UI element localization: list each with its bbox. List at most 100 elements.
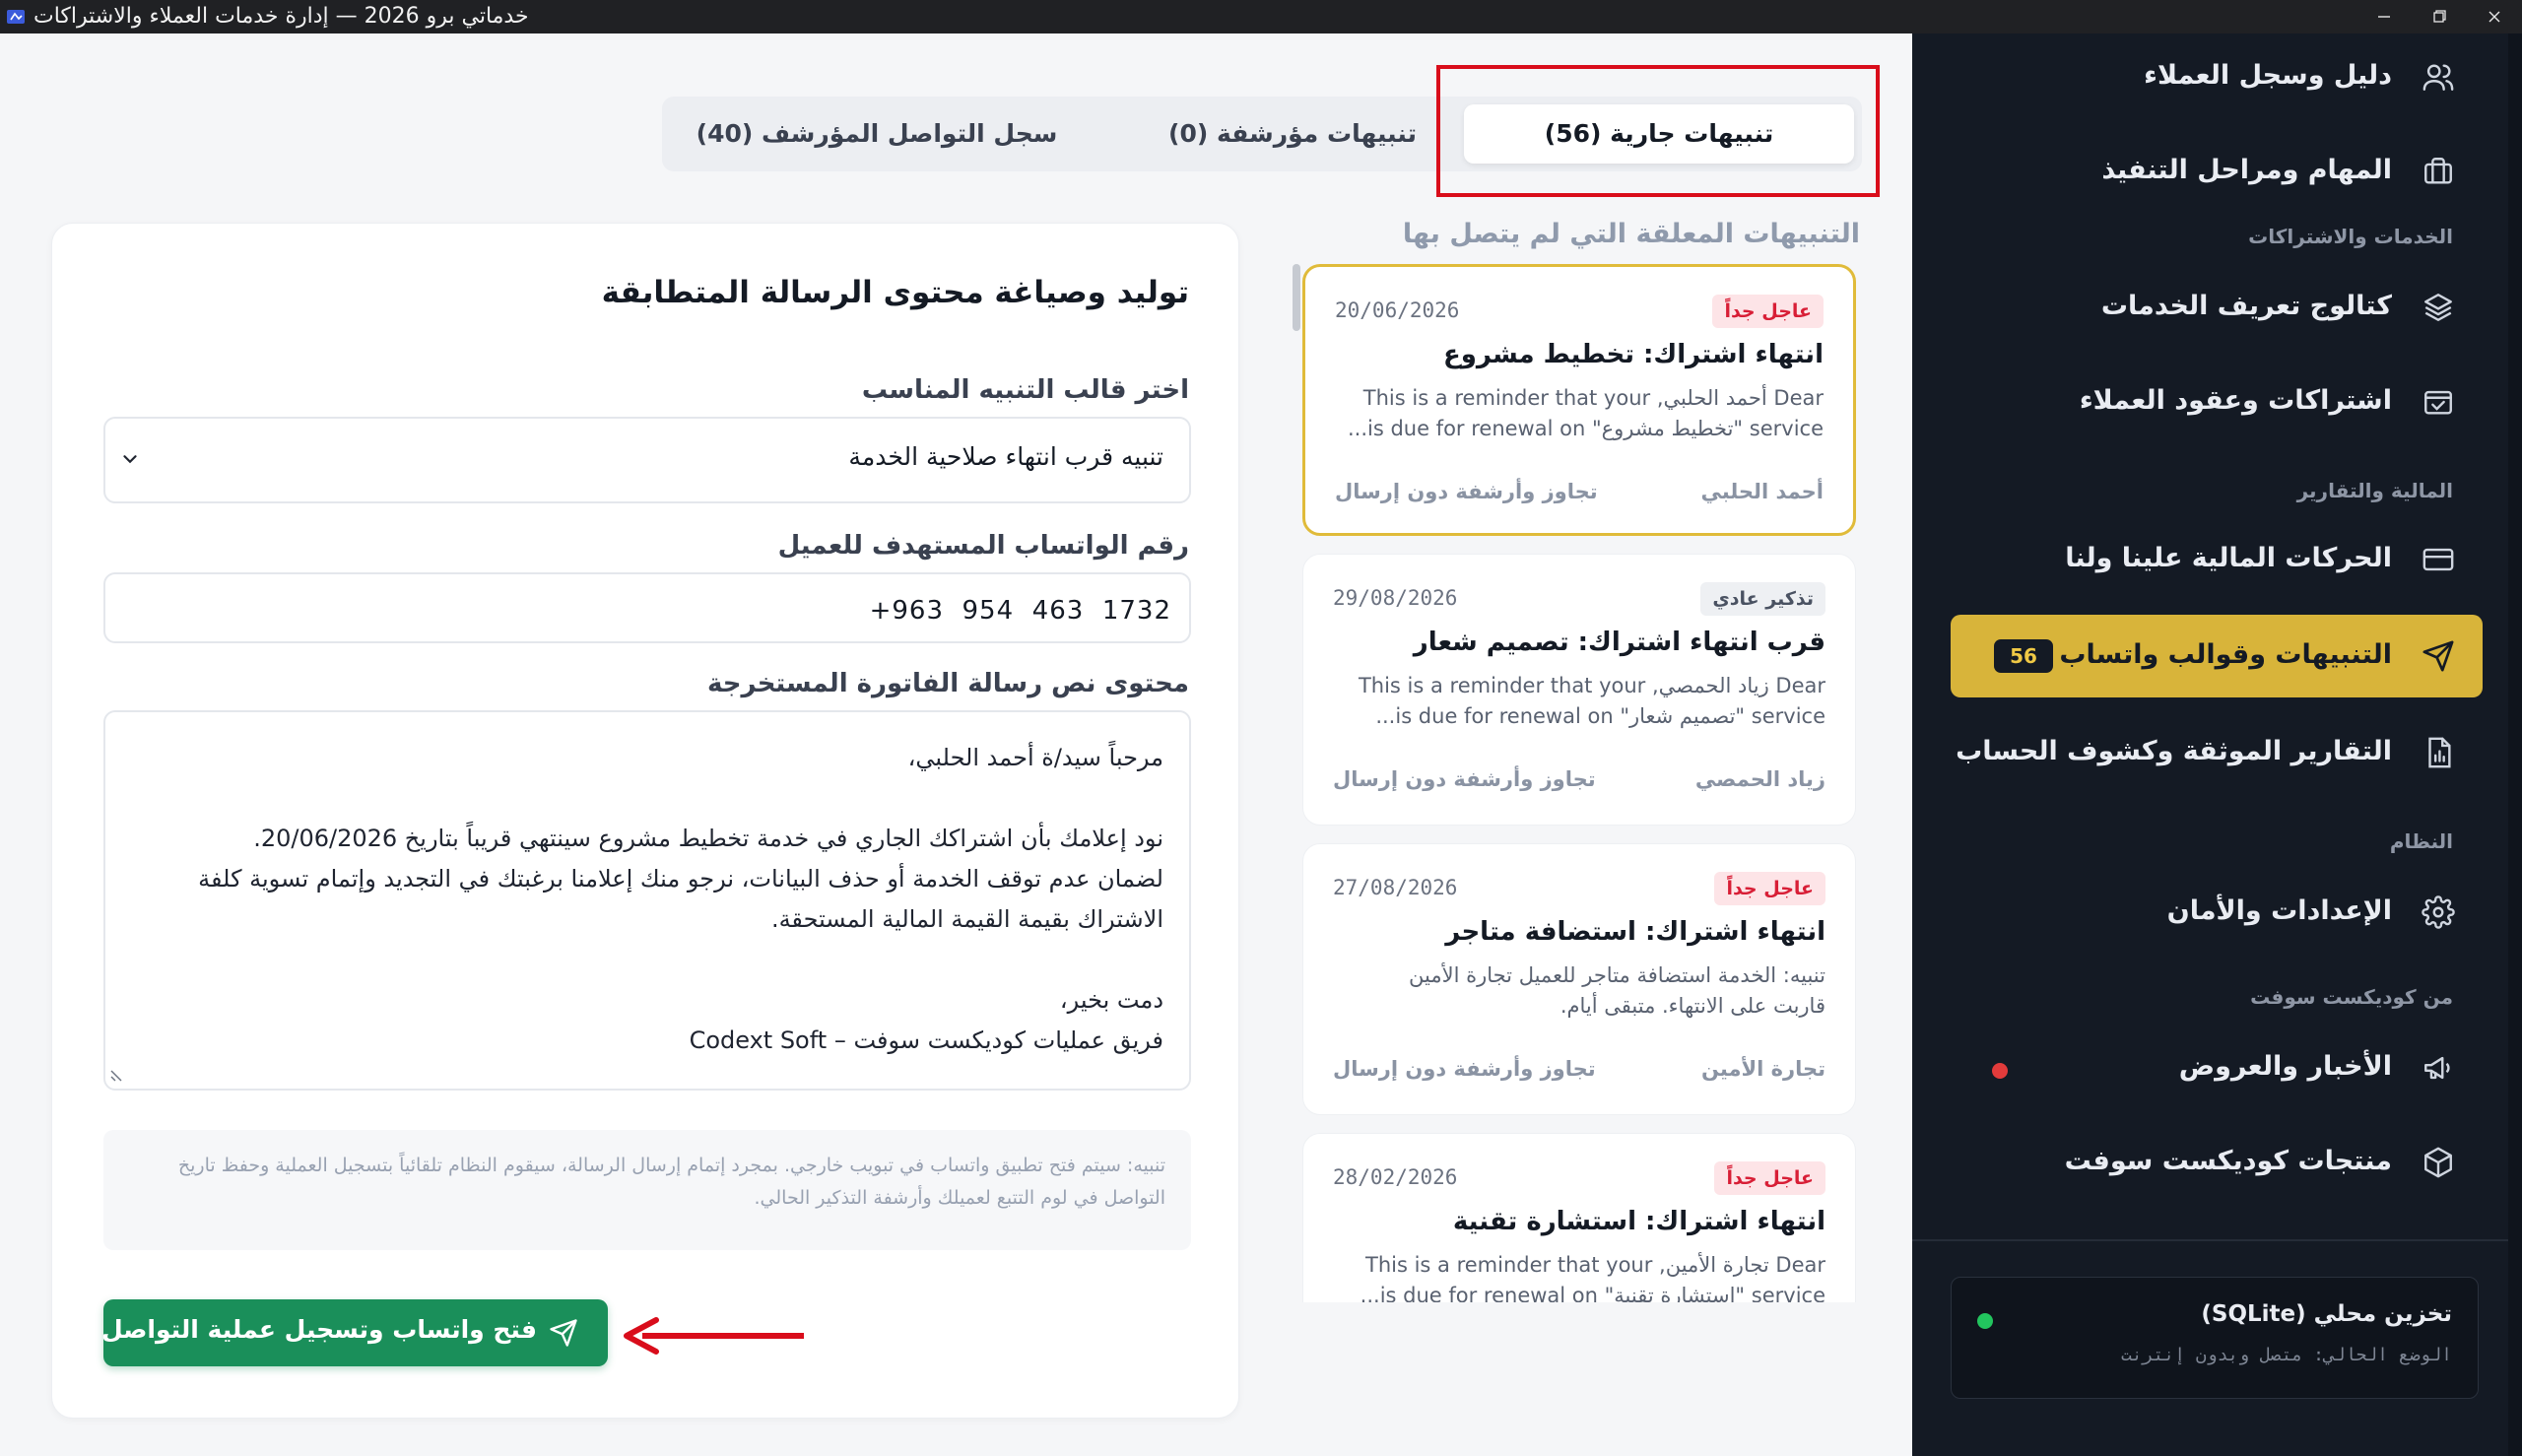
window-title: خدماتي برو 2026 — إدارة خدمات العملاء وا… xyxy=(33,4,529,29)
template-label: اختر قالب التنبيه المناسب xyxy=(861,375,1189,405)
layers-icon xyxy=(2422,291,2455,324)
sidebar-section-finance: المالية والتقارير xyxy=(2296,479,2453,502)
alert-client: زياد الحمصي xyxy=(1694,767,1825,791)
box-icon xyxy=(2422,1146,2455,1179)
template-selected-value: تنبيه قرب انتهاء صلاحية الخدمة xyxy=(848,442,1163,471)
sidebar-item-label: الأخبار والعروض xyxy=(2178,1051,2392,1082)
alert-card[interactable]: تذكير عادي 29/08/2026 قرب انتهاء اشتراك:… xyxy=(1302,554,1856,826)
open-whatsapp-button[interactable]: فتح واتساب وتسجيل عملية التواصل xyxy=(100,1299,608,1366)
whatsapp-note: تنبيه: سيتم فتح تطبيق واتساب في تبويب خا… xyxy=(103,1130,1191,1250)
sidebar-section-vendor: من كوديكست سوفت xyxy=(2250,985,2453,1009)
alert-date: 27/08/2026 xyxy=(1333,876,1458,899)
maximize-icon xyxy=(2433,10,2446,23)
skip-archive-link[interactable]: تجاوز وأرشفة دون إرسال xyxy=(1333,1057,1596,1081)
gear-icon xyxy=(2422,895,2455,929)
sidebar: دليل وسجل العملاء المهام ومراحل التنفيذ … xyxy=(1912,33,2522,1456)
priority-badge: عاجل جداً xyxy=(1714,1161,1825,1195)
tab-archived-alerts[interactable]: تنبيهات مؤرشفة (0) xyxy=(1095,104,1490,164)
sidebar-divider xyxy=(1912,1239,2508,1241)
alert-card[interactable]: عاجل جداً 20/06/2026 انتهاء اشتراك: تخطي… xyxy=(1302,264,1856,536)
minimize-button[interactable] xyxy=(2356,0,2412,33)
message-composer-panel: توليد وصياغة محتوى الرسالة المتطابقة اخت… xyxy=(51,223,1239,1419)
priority-badge: عاجل جداً xyxy=(1714,872,1825,905)
message-textarea[interactable]: مرحباً سيد/ة أحمد الحلبي، نود إعلامك بأن… xyxy=(103,710,1191,1091)
alert-message: Dear زياد الحمصي, This is a reminder tha… xyxy=(1358,674,1825,728)
sidebar-item-subscriptions[interactable]: اشتراكات وعقود العملاء xyxy=(1951,361,2483,443)
skip-archive-link[interactable]: تجاوز وأرشفة دون إرسال xyxy=(1335,480,1598,503)
unread-dot xyxy=(1992,1063,2008,1079)
priority-badge: تذكير عادي xyxy=(1700,582,1825,616)
briefcase-icon xyxy=(2422,155,2455,188)
storage-status-card: تخزين محلي (SQLite) الوضع الحالي: متصل و… xyxy=(1951,1277,2479,1399)
alert-message: Dear أحمد الحلبي, This is a reminder tha… xyxy=(1347,386,1824,440)
close-icon xyxy=(2489,11,2500,23)
sidebar-item-clients[interactable]: دليل وسجل العملاء xyxy=(1951,35,2483,118)
alert-date: 28/02/2026 xyxy=(1333,1165,1458,1189)
alert-title: انتهاء اشتراك: استشارة تقنية xyxy=(1452,1207,1825,1236)
alert-title: انتهاء اشتراك: استضافة متاجر xyxy=(1445,917,1825,947)
sidebar-item-alerts-whatsapp[interactable]: التنبيهات وقوالب واتساب 56 xyxy=(1951,615,2483,697)
alert-card[interactable]: عاجل جداً 28/02/2026 انتهاء اشتراك: استش… xyxy=(1302,1133,1856,1302)
storage-title: تخزين محلي (SQLite) xyxy=(2201,1301,2452,1327)
sidebar-section-system: النظام xyxy=(2389,829,2453,853)
priority-badge: عاجل جداً xyxy=(1712,295,1824,328)
sidebar-section-services: الخدمات والاشتراكات xyxy=(2248,225,2453,248)
sidebar-item-transactions[interactable]: الحركات المالية علينا ولنا xyxy=(1951,518,2483,601)
alert-date: 29/08/2026 xyxy=(1333,586,1458,610)
minimize-icon xyxy=(2378,16,2390,18)
sidebar-item-services-catalog[interactable]: كتالوج تعريف الخدمات xyxy=(1951,266,2483,349)
sidebar-item-label: الحركات المالية علينا ولنا xyxy=(2065,543,2392,573)
app-logo-icon xyxy=(6,8,26,26)
phone-value: +963 954 463 1732 xyxy=(869,596,1171,626)
megaphone-icon xyxy=(2422,1051,2455,1085)
maximize-button[interactable] xyxy=(2412,0,2467,33)
calendar-check-icon xyxy=(2422,385,2455,419)
sidebar-item-label: اشتراكات وعقود العملاء xyxy=(2079,385,2392,416)
close-button[interactable] xyxy=(2467,0,2522,33)
open-whatsapp-label: فتح واتساب وتسجيل عملية التواصل xyxy=(100,1315,537,1344)
alert-title: قرب انتهاء اشتراك: تصميم شعار xyxy=(1413,628,1825,657)
alert-date: 20/06/2026 xyxy=(1335,298,1460,322)
annotation-arrow-icon xyxy=(624,1317,804,1355)
resize-grip-icon[interactable] xyxy=(107,1065,125,1087)
tab-archived-log[interactable]: سجل التواصل المؤرشف (40) xyxy=(680,104,1074,164)
sidebar-item-tasks[interactable]: المهام ومراحل التنفيذ xyxy=(1951,130,2483,213)
sidebar-item-label: منتجات كوديكست سوفت xyxy=(2064,1146,2392,1176)
window-titlebar: خدماتي برو 2026 — إدارة خدمات العملاء وا… xyxy=(0,0,2522,33)
alert-client: تجارة الأمين xyxy=(1700,1057,1825,1081)
whatsapp-number-input[interactable]: +963 954 463 1732 xyxy=(103,572,1191,643)
online-status-dot xyxy=(1977,1313,1993,1329)
sidebar-item-label: كتالوج تعريف الخدمات xyxy=(2100,291,2392,321)
sidebar-item-label: التقارير الموثقة وكشوف الحساب xyxy=(1956,736,2392,766)
sidebar-item-label: الإعدادات والأمان xyxy=(2166,895,2392,926)
alert-card[interactable]: عاجل جداً 27/08/2026 انتهاء اشتراك: استض… xyxy=(1302,843,1856,1115)
alerts-list: عاجل جداً 20/06/2026 انتهاء اشتراك: تخطي… xyxy=(1302,264,1856,1302)
message-text: مرحباً سيد/ة أحمد الحلبي، نود إعلامك بأن… xyxy=(198,744,1163,1054)
template-select[interactable]: تنبيه قرب انتهاء صلاحية الخدمة xyxy=(103,417,1191,503)
alert-client: أحمد الحلبي xyxy=(1700,480,1824,503)
pending-alerts-heading: التنبيهات المعلقة التي لم يتصل بها xyxy=(1402,219,1860,249)
sidebar-item-settings[interactable]: الإعدادات والأمان xyxy=(1951,871,2483,954)
alerts-count-badge: 56 xyxy=(1994,639,2053,673)
credit-card-icon xyxy=(2422,543,2455,576)
sidebar-item-reports[interactable]: التقارير الموثقة وكشوف الحساب xyxy=(1951,711,2483,794)
report-icon xyxy=(2422,736,2455,769)
users-icon xyxy=(2422,60,2455,94)
alert-title: انتهاء اشتراك: تخطيط مشروع xyxy=(1442,340,1824,369)
send-icon xyxy=(549,1318,578,1352)
annotation-highlight-box xyxy=(1436,65,1880,197)
message-label: محتوى نص رسالة الفاتورة المستخرجة xyxy=(707,669,1189,698)
sidebar-scrollbar[interactable] xyxy=(2508,33,2522,1456)
alert-message: Dear تجارة الأمين, This is a reminder th… xyxy=(1360,1253,1825,1302)
phone-label: رقم الواتساب المستهدف للعميل xyxy=(777,531,1189,561)
sidebar-item-news[interactable]: الأخبار والعروض xyxy=(1951,1026,2483,1109)
storage-status: الوضع الحالي: متصل وبدون إنترنت xyxy=(2121,1345,2452,1365)
alerts-scrollbar[interactable] xyxy=(1293,264,1300,331)
sidebar-item-products[interactable]: منتجات كوديكست سوفت xyxy=(1951,1121,2483,1204)
skip-archive-link[interactable]: تجاوز وأرشفة دون إرسال xyxy=(1333,767,1596,791)
sidebar-item-label: دليل وسجل العملاء xyxy=(2144,60,2392,91)
chevron-down-icon xyxy=(119,448,141,474)
send-icon xyxy=(2422,639,2455,673)
alert-message: تنبيه: الخدمة استضافة متاجر للعميل تجارة… xyxy=(1409,963,1825,1018)
composer-title: توليد وصياغة محتوى الرسالة المتطابقة xyxy=(601,275,1189,310)
